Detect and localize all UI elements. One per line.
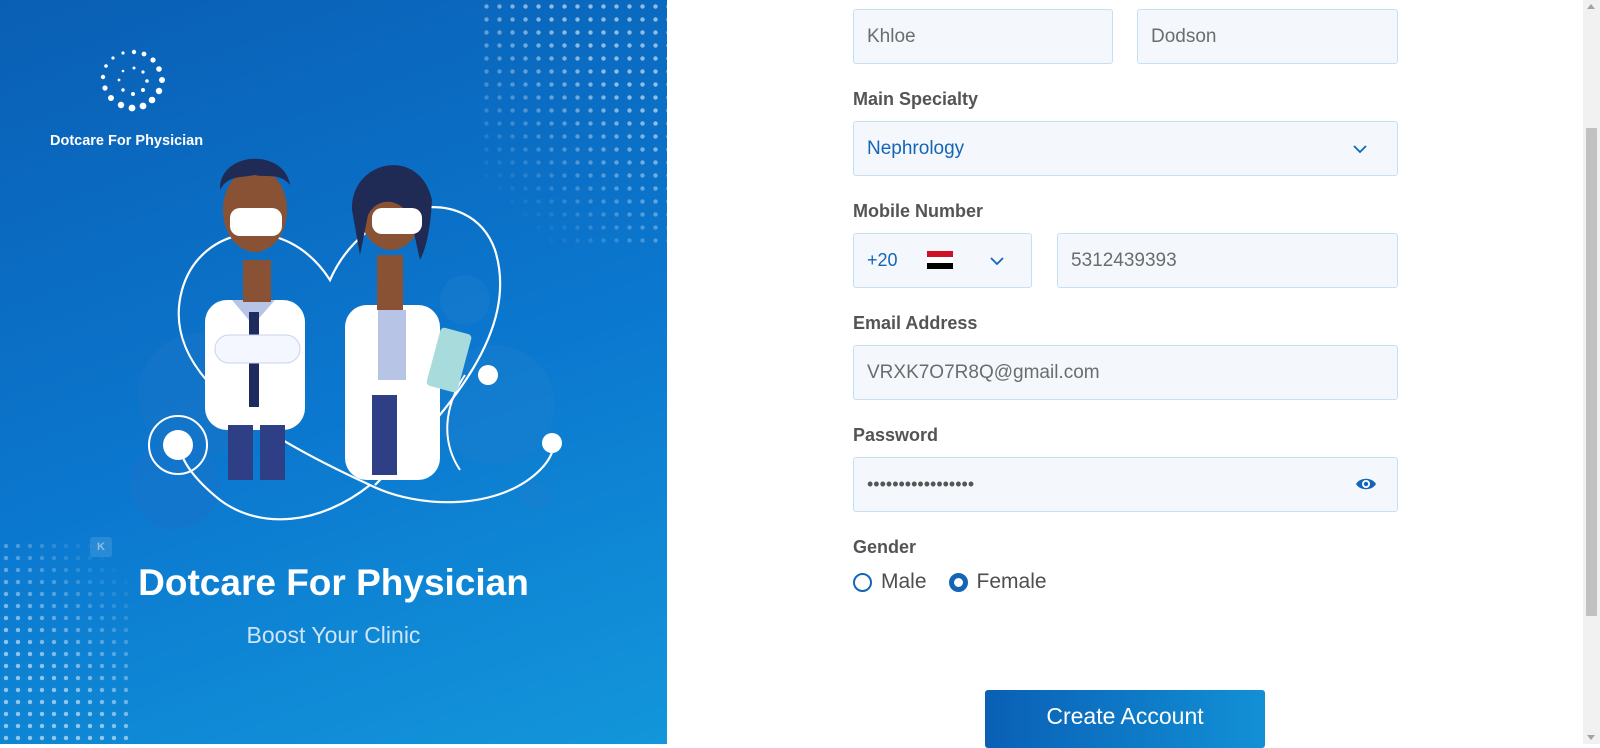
hero-title: Dotcare For Physician: [138, 562, 529, 603]
password-input[interactable]: •••••••••••••••••: [853, 457, 1398, 512]
password-value: •••••••••••••••••: [867, 474, 975, 494]
scroll-down-icon[interactable]: [1587, 735, 1595, 740]
country-code-select[interactable]: +20: [853, 233, 1032, 288]
badge: K: [90, 537, 112, 557]
gender-female-radio[interactable]: [948, 572, 968, 592]
specialty-value: Nephrology: [867, 137, 965, 159]
first-name-input[interactable]: Khloe: [853, 9, 1113, 64]
specialty-label: Main Specialty: [853, 89, 979, 109]
specialty-select[interactable]: Nephrology: [853, 121, 1398, 176]
mobile-number-input[interactable]: 5312439393: [1057, 233, 1398, 288]
country-code: +20: [867, 250, 898, 270]
mobile-number-value: 5312439393: [1071, 249, 1177, 271]
scrollbar-thumb[interactable]: [1586, 128, 1597, 616]
chevron-down-icon: [1353, 145, 1367, 154]
email-label: Email Address: [853, 313, 978, 333]
gender-radio-group: Male Female: [853, 570, 1069, 594]
doctors-illustration: [130, 158, 562, 530]
gender-male-radio[interactable]: [853, 572, 872, 592]
chevron-down-icon: [990, 257, 1004, 266]
page-scrollbar[interactable]: [1583, 0, 1600, 744]
registration-form: Khloe Dodson Main Specialty Nephrology M…: [853, 0, 1398, 748]
gender-label: Gender: [853, 537, 917, 557]
brand-panel: Dotcare For Physician K Dotcare For Phys…: [0, 0, 667, 744]
last-name-value: Dodson: [1151, 25, 1217, 47]
egypt-flag-icon: [927, 251, 953, 269]
password-label: Password: [853, 425, 939, 445]
logo-icon: [100, 49, 165, 112]
gender-male-label[interactable]: Male: [881, 570, 927, 594]
email-input[interactable]: VRXK7O7R8Q@gmail.com: [853, 345, 1398, 400]
mobile-label: Mobile Number: [853, 201, 984, 221]
first-name-value: Khloe: [867, 25, 916, 47]
gender-female-label[interactable]: Female: [977, 570, 1047, 594]
eye-icon[interactable]: [1355, 475, 1377, 493]
email-value: VRXK7O7R8Q@gmail.com: [867, 361, 1100, 383]
hero-subtitle: Boost Your Clinic: [246, 622, 421, 648]
create-account-button[interactable]: Create Account: [985, 690, 1265, 748]
last-name-input[interactable]: Dodson: [1137, 9, 1398, 64]
scroll-up-icon[interactable]: [1587, 4, 1595, 9]
